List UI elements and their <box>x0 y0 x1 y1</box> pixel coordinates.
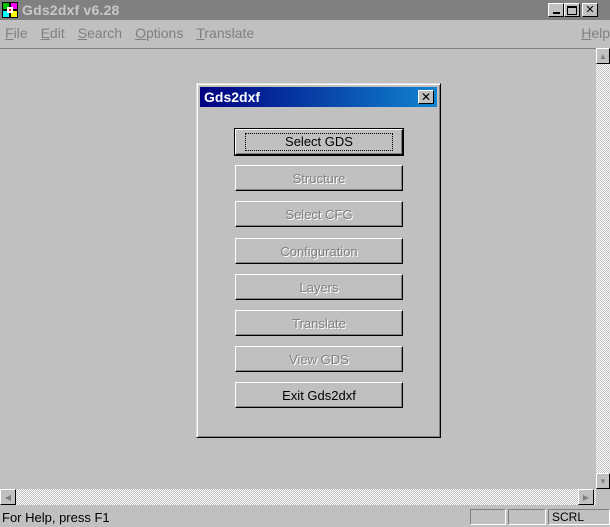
scrollbar-corner <box>596 489 610 505</box>
vertical-scrollbar[interactable]: ▲ ▼ <box>596 48 610 503</box>
title-bar[interactable]: Gds2dxf v6.28 ✕ <box>0 0 610 20</box>
app-logo-icon[interactable] <box>1 1 19 19</box>
menu-translate[interactable]: Translate <box>190 25 261 41</box>
dialog-close-button[interactable]: ✕ <box>418 90 434 104</box>
gds2dxf-dialog: Gds2dxf ✕ Select GDS Structure Select CF… <box>196 83 441 438</box>
close-button[interactable]: ✕ <box>582 3 598 17</box>
menu-bar: File Edit Search Options Translate Help <box>0 20 610 46</box>
horizontal-scrollbar[interactable]: ◀ ▶ <box>0 489 596 505</box>
status-indicator-2 <box>508 509 546 525</box>
scroll-down-icon: ▼ <box>599 476 607 486</box>
view-gds-button[interactable]: View GDS <box>235 346 403 372</box>
dialog-title: Gds2dxf <box>204 89 261 105</box>
scroll-right-button[interactable]: ▶ <box>578 489 594 505</box>
window-title: Gds2dxf v6.28 <box>22 2 120 18</box>
maximize-button[interactable] <box>564 3 580 17</box>
scroll-up-button[interactable]: ▲ <box>596 48 610 64</box>
maximize-icon <box>567 5 577 15</box>
menu-file[interactable]: File <box>0 25 35 41</box>
scroll-up-icon: ▲ <box>599 51 607 61</box>
exit-gds2dxf-button[interactable]: Exit Gds2dxf <box>235 382 403 408</box>
scroll-left-button[interactable]: ◀ <box>0 489 16 505</box>
status-indicator-scroll-lock: SCRL <box>548 509 610 525</box>
menu-options[interactable]: Options <box>129 25 190 41</box>
configuration-button[interactable]: Configuration <box>235 238 403 264</box>
layers-button[interactable]: Layers <box>235 274 403 300</box>
status-bar: For Help, press F1 SCRL <box>0 507 610 527</box>
structure-button[interactable]: Structure <box>235 165 403 191</box>
status-help-text: For Help, press F1 <box>2 510 110 525</box>
status-indicator-1 <box>470 509 506 525</box>
scroll-down-button[interactable]: ▼ <box>596 473 610 489</box>
app-window: Gds2dxf v6.28 ✕ File Edit Search Options… <box>0 0 610 527</box>
select-gds-button[interactable]: Select GDS <box>234 128 404 156</box>
minimize-icon <box>552 12 560 14</box>
menu-help[interactable]: Help <box>581 25 610 41</box>
scroll-left-icon: ◀ <box>4 492 12 502</box>
translate-button[interactable]: Translate <box>235 310 403 336</box>
minimize-button[interactable] <box>548 3 564 17</box>
menu-edit[interactable]: Edit <box>35 25 72 41</box>
select-cfg-button[interactable]: Select CFG <box>235 201 403 227</box>
menu-search[interactable]: Search <box>72 25 129 41</box>
close-icon: ✕ <box>420 90 432 104</box>
close-icon: ✕ <box>585 3 595 16</box>
dialog-title-bar[interactable]: Gds2dxf ✕ <box>200 87 437 107</box>
scroll-right-icon: ▶ <box>582 492 590 502</box>
